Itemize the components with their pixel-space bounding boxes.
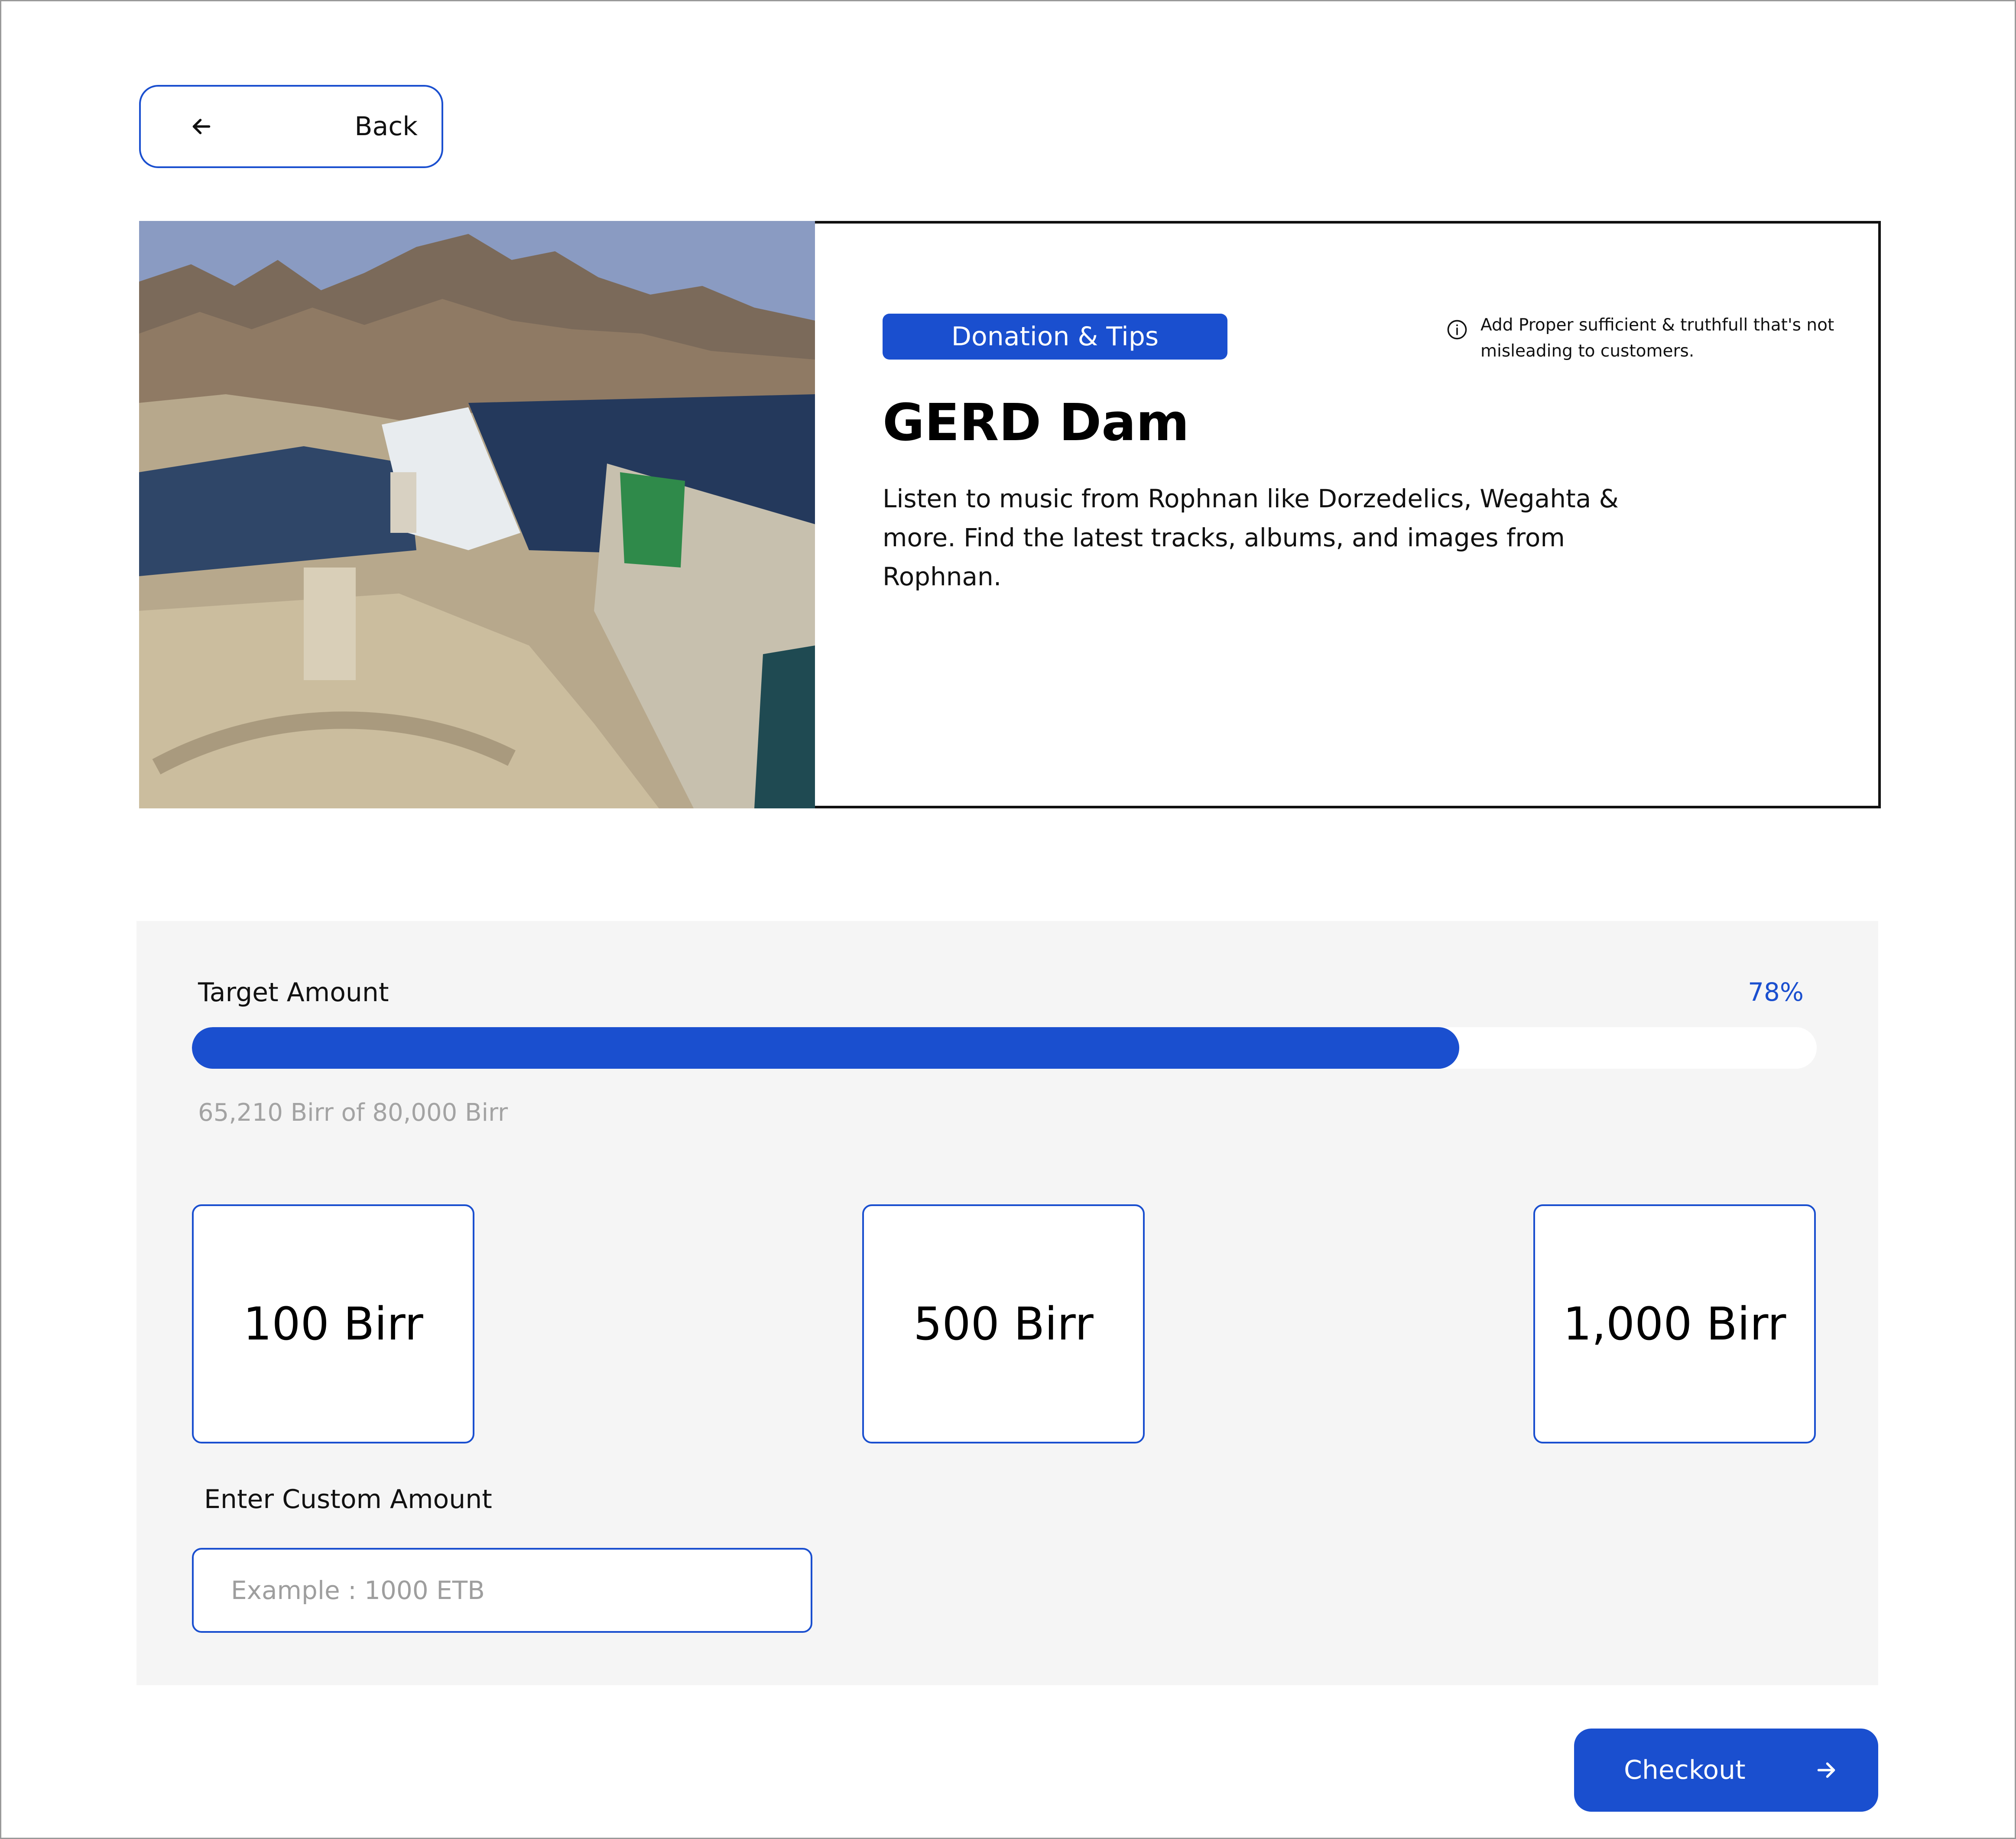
- category-tag: Donation & Tips: [883, 314, 1227, 360]
- amount-option-100[interactable]: 100 Birr: [192, 1204, 474, 1443]
- progress-percent: 78%: [1748, 977, 1804, 1007]
- campaign-description: Listen to music from Rophnan like Dorzed…: [883, 484, 1619, 591]
- info-note-text: Add Proper sufficient & truthfull that's…: [1480, 315, 1834, 361]
- back-button-label: Back: [354, 111, 418, 142]
- amount-option-1000[interactable]: 1,000 Birr: [1533, 1204, 1816, 1443]
- info-icon: [1446, 312, 1468, 343]
- dam-photo: [139, 221, 815, 808]
- custom-amount-input[interactable]: [192, 1548, 812, 1633]
- arrow-right-icon: [1813, 1757, 1839, 1783]
- info-note: Add Proper sufficient & truthfull that's…: [1446, 312, 1836, 364]
- back-button[interactable]: Back: [139, 85, 443, 168]
- campaign-title: GERD Dam: [883, 392, 1189, 452]
- target-amount-label: Target Amount: [198, 977, 389, 1008]
- progress-caption: 65,210 Birr of 80,000 Birr: [198, 1099, 508, 1127]
- checkout-button-label: Checkout: [1624, 1755, 1746, 1785]
- arrow-left-icon: [188, 114, 214, 139]
- checkout-button[interactable]: Checkout: [1574, 1729, 1878, 1812]
- page-frame: Back Donation & Tips Add Proper sufficie…: [0, 0, 2016, 1839]
- donation-panel: Target Amount 78% 65,210 Birr of 80,000 …: [136, 921, 1878, 1685]
- campaign-card: Donation & Tips Add Proper sufficient & …: [139, 221, 1881, 808]
- progress-bar-fill: [192, 1027, 1459, 1069]
- amount-option-500[interactable]: 500 Birr: [862, 1204, 1145, 1443]
- progress-bar: [192, 1027, 1817, 1069]
- custom-amount-label: Enter Custom Amount: [204, 1484, 492, 1515]
